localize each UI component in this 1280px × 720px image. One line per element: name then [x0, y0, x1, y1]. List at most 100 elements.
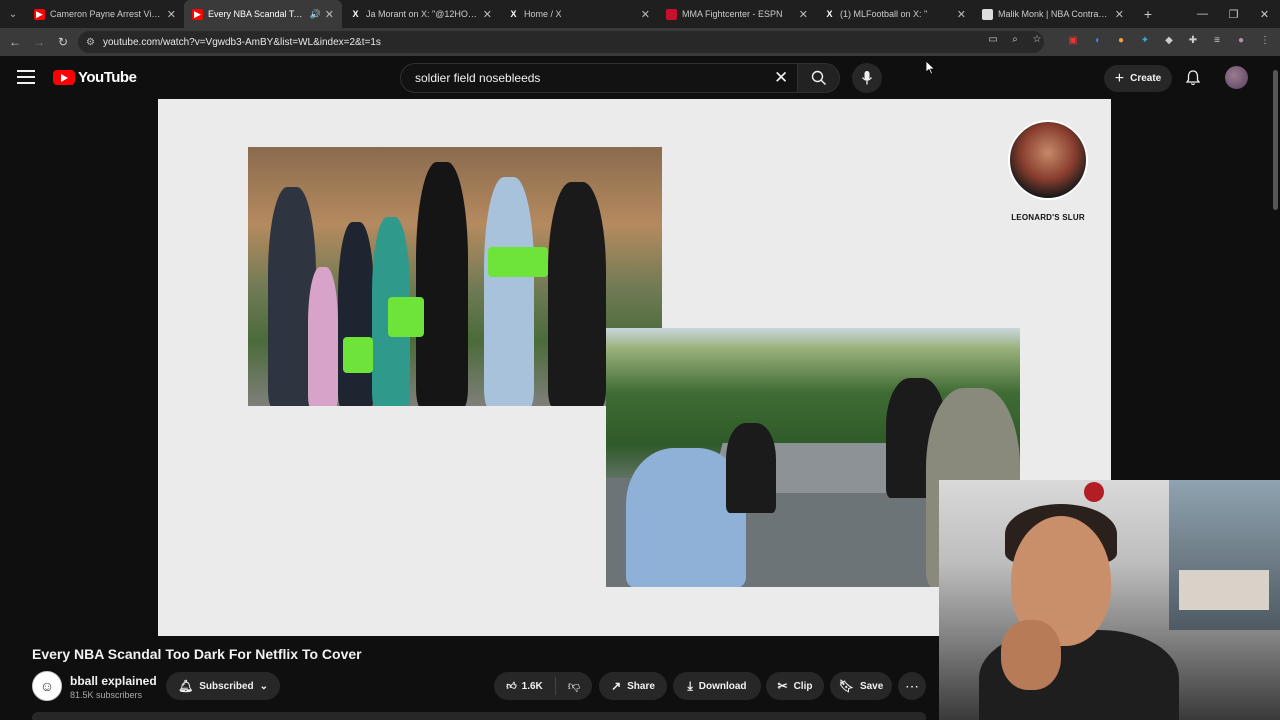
microphone-icon [861, 71, 873, 85]
cast-icon[interactable]: ▭ [986, 34, 1000, 45]
window-close-icon[interactable]: ✕ [1249, 0, 1280, 28]
extension-teal-icon[interactable]: ✦ [1138, 35, 1152, 46]
share-button[interactable]: ↗ Share [599, 672, 667, 700]
dislike-button[interactable]: 👎︎ [556, 679, 592, 694]
tab-title: Every NBA Scandal Too Dar [208, 9, 307, 19]
close-icon[interactable]: ✕ [957, 8, 966, 21]
reload-icon[interactable]: ↻ [51, 30, 75, 54]
clear-search-icon[interactable]: ✕ [774, 69, 788, 86]
new-tab-icon[interactable]: + [1136, 6, 1160, 22]
download-icon: ⤓ [687, 678, 693, 693]
speaker-icon[interactable]: 🔊 [310, 9, 321, 20]
browser-menu-icon[interactable]: ⋮ [1258, 35, 1272, 46]
address-bar[interactable]: ⚙ youtube.com/watch?v=Vgwdb3-AmBY&list=W… [78, 31, 1044, 53]
youtube-logo[interactable]: YouTube [53, 69, 137, 86]
tab-title: Home / X [524, 9, 562, 19]
extension-orange-icon[interactable]: ● [1114, 35, 1128, 46]
notifications-bell-icon[interactable] [1184, 69, 1202, 87]
video-title: Every NBA Scandal Too Dark For Netflix T… [32, 646, 362, 662]
account-avatar[interactable] [1225, 66, 1248, 89]
share-icon: ↗ [611, 679, 622, 693]
webcam-red-object [1084, 482, 1104, 502]
extension-blue-icon[interactable]: ◖ [1090, 35, 1104, 46]
subscribed-button[interactable]: 🔔︎ Subscribed ⌄ [166, 672, 280, 700]
menu-icon[interactable] [17, 70, 35, 84]
close-icon[interactable]: ✕ [799, 8, 808, 21]
close-icon[interactable]: ✕ [1115, 8, 1124, 21]
like-dislike-group: 👍︎ 1.6K 👎︎ [494, 672, 592, 700]
download-button[interactable]: ⤓ Download [673, 672, 761, 700]
zoom-icon[interactable]: ⌕ [1008, 34, 1022, 45]
download-label: Download [698, 680, 747, 692]
save-label: Save [859, 680, 884, 692]
webcam-overlay [939, 480, 1280, 720]
thumbs-up-icon: 👍︎ [506, 681, 517, 692]
page-scrollbar[interactable] [1273, 70, 1278, 210]
youtube-icon: ▶ [34, 8, 45, 20]
browser-tab[interactable]: MMA Fightcenter - ESPN ✕ [658, 0, 816, 28]
browser-tab[interactable]: X Ja Morant on X: "@12HOOPJA ✕ [342, 0, 500, 28]
search-query: soldier field nosebleeds [415, 71, 541, 85]
back-icon[interactable]: ← [3, 30, 27, 54]
extension-gray-icon[interactable]: ◆ [1162, 35, 1176, 46]
profile-icon[interactable]: ● [1234, 35, 1248, 46]
chevron-down-icon: ⌄ [259, 680, 269, 692]
browser-toolbar: ← → ↻ ⚙ youtube.com/watch?v=Vgwdb3-AmBY&… [0, 28, 1280, 56]
badge-caption: LEONARD'S SLUR [1011, 213, 1085, 222]
extensions-puzzle-icon[interactable]: ✚ [1186, 35, 1200, 46]
description-box[interactable] [32, 712, 926, 720]
webcam-person-hand [1001, 620, 1061, 690]
more-actions-icon[interactable]: ⋯ [898, 672, 926, 700]
close-icon[interactable]: ✕ [483, 8, 492, 21]
channel-name[interactable]: bball explained [70, 674, 157, 688]
subscriber-count: 81.5K subscribers [70, 690, 143, 700]
browser-tab[interactable]: Malik Monk | NBA Contracts & ✕ [974, 0, 1132, 28]
bookmark-star-icon[interactable]: ☆ [1030, 34, 1044, 45]
bell-icon: 🔔︎ [177, 679, 194, 693]
clip-button[interactable]: ✂ Clip [766, 672, 824, 700]
clip-label: Clip [793, 680, 813, 692]
browser-tab[interactable]: X (1) MLFootball on X: " ✕ [816, 0, 974, 28]
like-button[interactable]: 👍︎ 1.6K [494, 677, 556, 695]
espn-icon [666, 8, 677, 20]
search-button[interactable] [797, 63, 840, 93]
url-text: youtube.com/watch?v=Vgwdb3-AmBY&list=WL&… [102, 36, 381, 48]
voice-search-button[interactable] [852, 63, 882, 93]
tab-title: Malik Monk | NBA Contracts & [998, 9, 1111, 19]
youtube-header: YouTube soldier field nosebleeds ✕ [0, 56, 1280, 100]
x-icon: X [826, 9, 833, 19]
mouse-cursor [925, 60, 936, 80]
omnibox-actions: ▭ ⌕ ☆ [986, 34, 1044, 45]
extension-icons: ▣ ◖ ● ✦ ◆ ✚ ≡ ● ⋮ [1066, 35, 1272, 46]
youtube-play-icon [53, 70, 75, 85]
site-info-icon[interactable]: ⚙ [86, 37, 95, 48]
x-icon: X [510, 9, 517, 19]
thumbs-down-icon: 👎︎ [567, 678, 581, 693]
tab-title: Ja Morant on X: "@12HOOPJA [366, 9, 479, 19]
tab-title: (1) MLFootball on X: " [840, 9, 928, 19]
search-input[interactable]: soldier field nosebleeds [400, 63, 797, 93]
bookmark-icon: 🔖︎ [838, 679, 854, 693]
extension-red-icon[interactable]: ▣ [1066, 35, 1080, 46]
save-button[interactable]: 🔖︎ Save [830, 672, 892, 700]
tab-search-dropdown-icon[interactable]: ⌄ [0, 0, 26, 28]
browser-tab-active[interactable]: ▶ Every NBA Scandal Too Dar 🔊 ✕ [184, 0, 342, 28]
forward-icon[interactable]: → [27, 30, 51, 54]
restore-icon[interactable]: ❐ [1218, 0, 1249, 28]
youtube-icon: ▶ [192, 8, 203, 20]
create-button[interactable]: + Create [1104, 65, 1172, 92]
scissors-icon: ✂ [777, 679, 788, 693]
create-label: Create [1130, 73, 1162, 84]
x-icon: X [352, 9, 359, 19]
window-controls: — ❐ ✕ [1187, 0, 1280, 28]
close-icon[interactable]: ✕ [167, 8, 176, 21]
browser-tab[interactable]: X Home / X ✕ [500, 0, 658, 28]
close-icon[interactable]: ✕ [325, 8, 334, 21]
browser-tab[interactable]: ▶ Cameron Payne Arrest Video S ✕ [26, 0, 184, 28]
media-control-icon[interactable]: ≡ [1210, 35, 1224, 46]
minimize-icon[interactable]: — [1187, 0, 1218, 28]
channel-avatar[interactable]: ☺ [32, 671, 62, 701]
spotrac-icon [982, 8, 993, 20]
subscribed-label: Subscribed [199, 680, 254, 692]
close-icon[interactable]: ✕ [641, 8, 650, 21]
